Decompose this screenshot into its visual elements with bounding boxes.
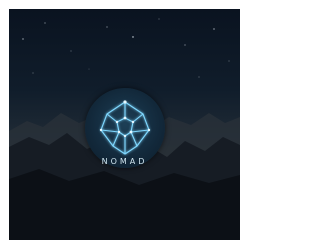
brand-wordmark: NOMAD	[101, 157, 148, 166]
logo-emblem	[85, 88, 165, 168]
night-sky-scene: NOMAD	[9, 9, 240, 240]
image-frame: NOMAD	[0, 0, 249, 249]
constellation-diamond-icon	[99, 100, 151, 155]
stars	[22, 18, 230, 78]
